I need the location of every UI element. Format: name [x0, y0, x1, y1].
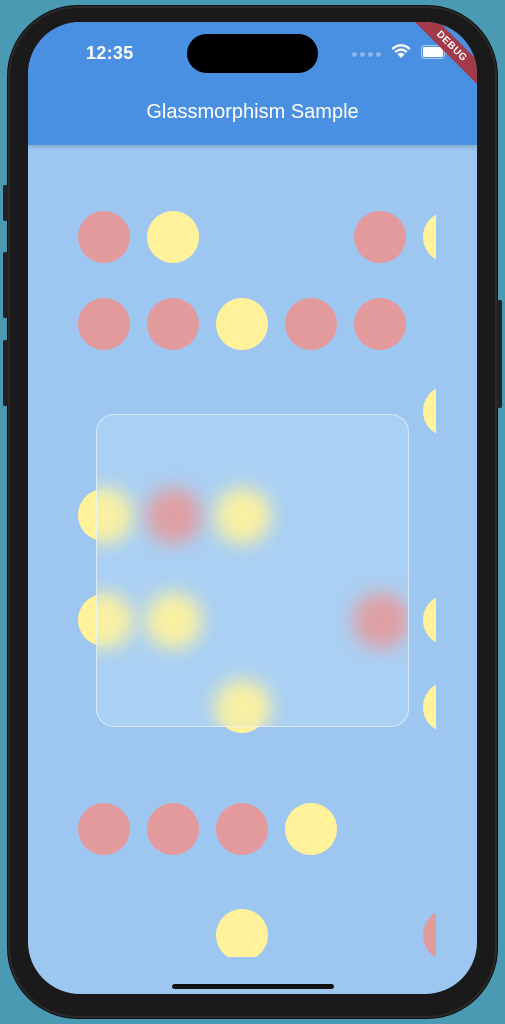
side-button-power	[497, 300, 502, 408]
status-icons	[352, 44, 449, 64]
page-title: Glassmorphism Sample	[146, 101, 359, 123]
status-time: 12:35	[86, 43, 134, 63]
red-circle-blurred	[355, 595, 407, 647]
yellow-circle-blurred	[97, 595, 131, 647]
wifi-icon	[391, 44, 411, 64]
red-circle	[78, 298, 130, 350]
yellow-circle	[285, 803, 337, 855]
dynamic-island	[187, 34, 318, 73]
yellow-circle-blurred	[97, 490, 131, 542]
red-circle	[147, 803, 199, 855]
red-circle-blurred	[148, 490, 200, 542]
phone-screen: 12:35 Glassmorphism Sample DEBUG	[28, 22, 477, 994]
side-button-action	[3, 185, 8, 221]
yellow-circle	[423, 594, 436, 646]
yellow-circle	[423, 681, 436, 733]
red-circle	[354, 298, 406, 350]
cellular-signal-icon	[352, 51, 381, 57]
red-circle	[354, 211, 406, 263]
yellow-circle	[216, 909, 268, 957]
red-circle	[285, 298, 337, 350]
yellow-circle	[216, 298, 268, 350]
yellow-circle	[147, 211, 199, 263]
yellow-circle-blurred	[217, 490, 269, 542]
red-circle	[147, 298, 199, 350]
red-circle	[216, 803, 268, 855]
glass-card	[96, 414, 409, 727]
red-circle	[78, 211, 130, 263]
app-bar: 12:35 Glassmorphism Sample	[28, 22, 477, 145]
yellow-circle	[423, 385, 436, 437]
yellow-circle-blurred	[148, 595, 200, 647]
red-circle	[78, 803, 130, 855]
yellow-circle	[423, 211, 436, 263]
side-button-volume-down	[3, 340, 8, 406]
red-circle	[423, 909, 436, 957]
side-button-volume-up	[3, 252, 8, 318]
yellow-circle-blurred	[217, 682, 269, 726]
home-indicator[interactable]	[172, 984, 334, 989]
